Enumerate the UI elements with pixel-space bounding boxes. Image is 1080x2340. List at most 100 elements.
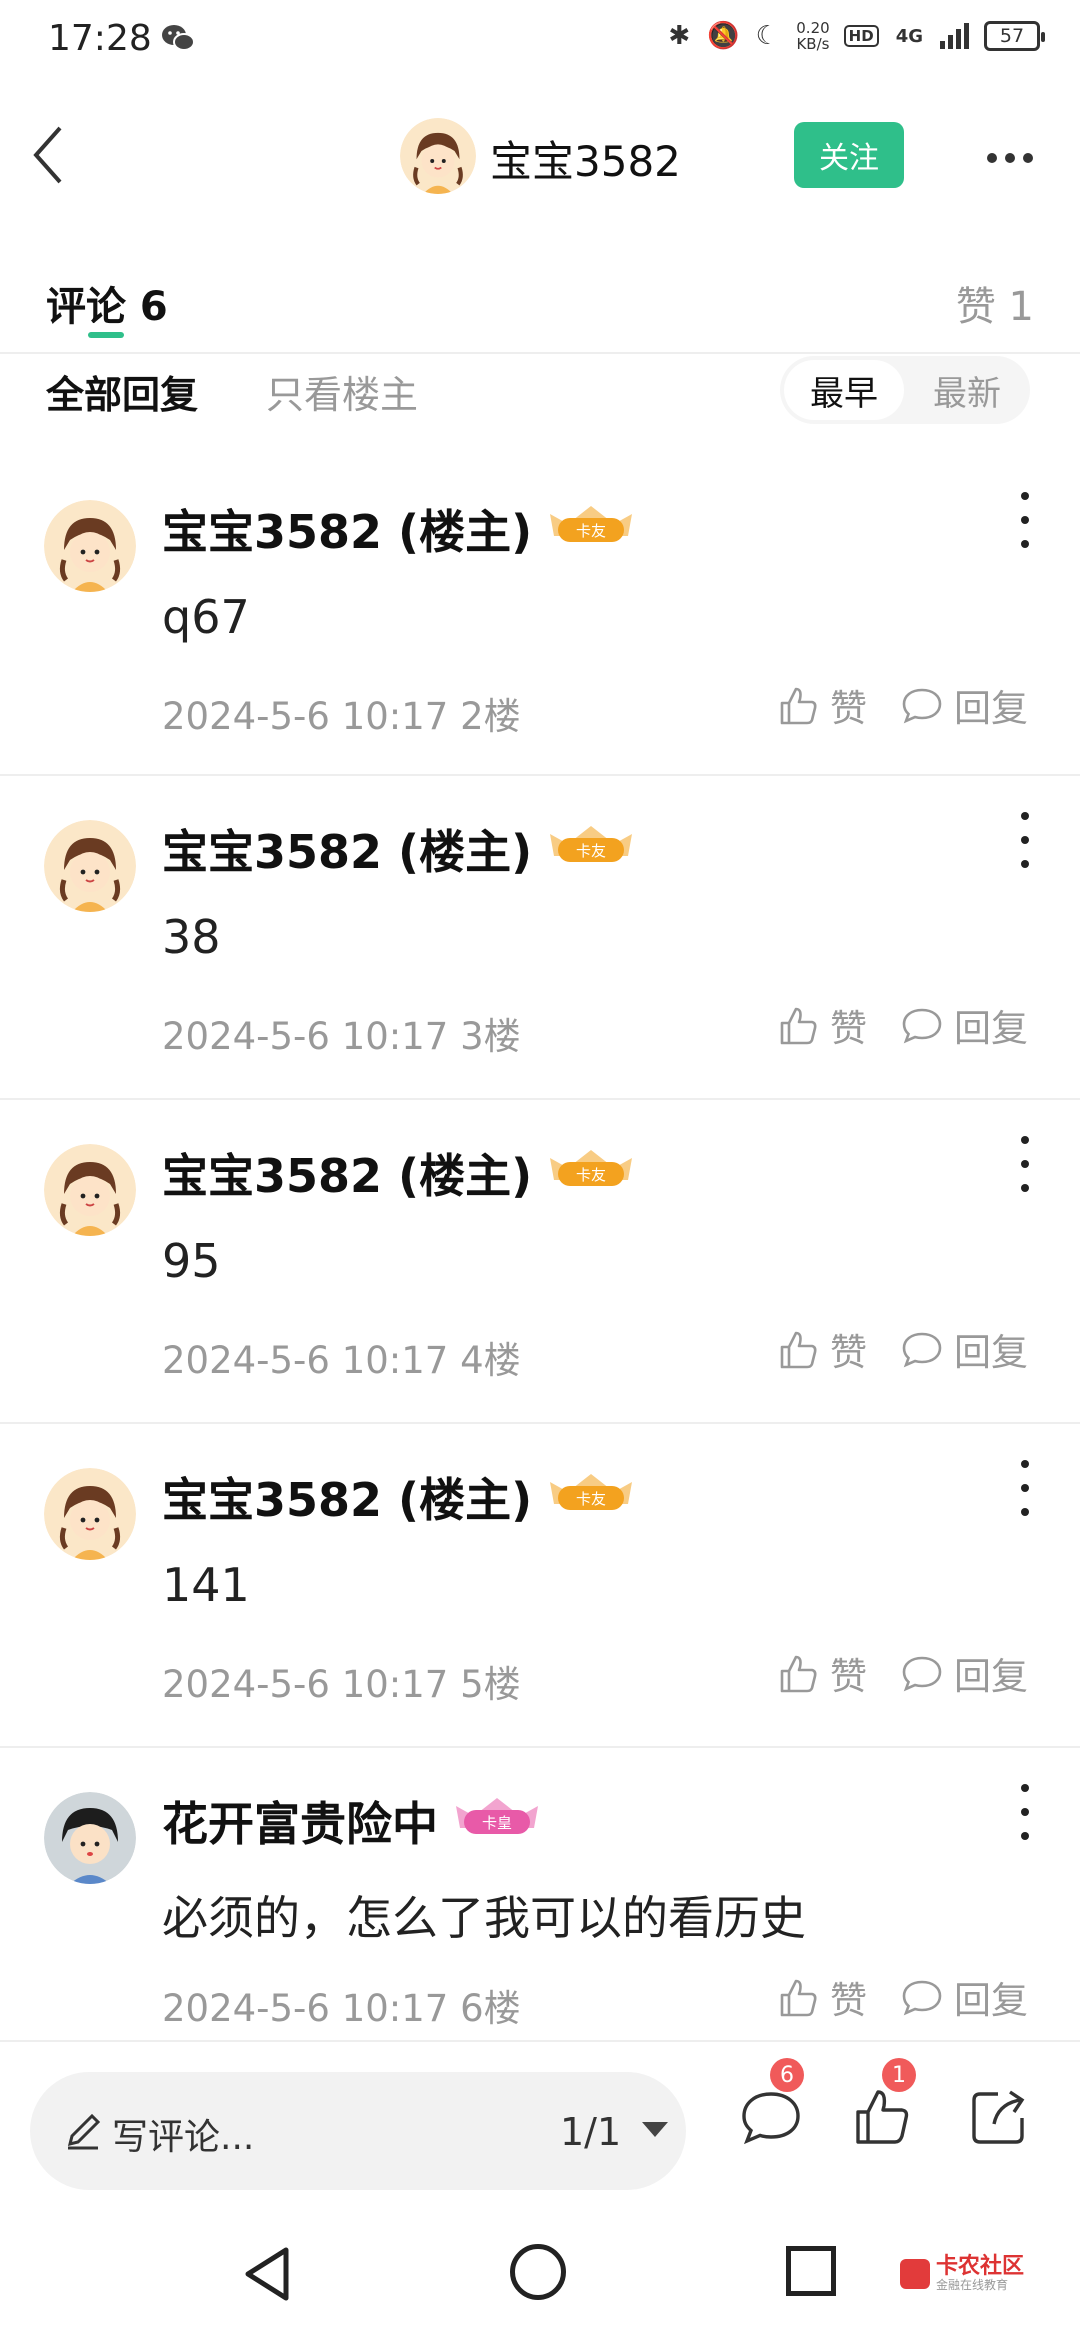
filter-op-only[interactable]: 只看楼主 — [266, 364, 418, 419]
like-button[interactable]: 赞 — [776, 1646, 867, 1700]
like-post-button[interactable]: 1 — [848, 2058, 918, 2152]
like-label: 赞 — [830, 1979, 867, 2022]
comment-floor: 6楼 — [460, 1987, 521, 2030]
sort-newest[interactable]: 最新 — [908, 360, 1026, 420]
nav-recent-icon[interactable] — [786, 2246, 836, 2296]
battery-icon: 57 — [984, 21, 1045, 51]
comment-time: 2024-5-6 10:17 — [162, 695, 449, 738]
net-speed: 0.20 KB/s — [796, 20, 829, 52]
reply-label: 回复 — [954, 1007, 1028, 1050]
comment-meta: 2024-5-6 10:17 2楼 — [162, 686, 521, 740]
sort-toggle: 最早 最新 — [780, 356, 1030, 424]
watermark-logo: 卡农社区 金融在线教育 — [900, 2256, 1024, 2292]
tab-likes[interactable]: 赞 1 — [956, 274, 1034, 332]
comment-time: 2024-5-6 10:17 — [162, 1663, 449, 1706]
comment-time: 2024-5-6 10:17 — [162, 1987, 449, 2030]
reply-filters: 全部回复 只看楼主 最早 最新 — [0, 356, 1080, 426]
girl-avatar-icon — [44, 500, 136, 592]
status-bar: 17:28 ✱ 🔕 ☾ 0.20 KB/s HD 4G 57 — [0, 0, 1080, 80]
comment-avatar[interactable] — [44, 820, 136, 912]
comment-floor: 2楼 — [460, 695, 521, 738]
reply-label: 回复 — [954, 1655, 1028, 1698]
comment-text: 141 — [162, 1558, 250, 1612]
level-badge: 卡友 — [550, 1150, 632, 1186]
post-header: 宝宝3582 关注 — [0, 100, 1080, 210]
thumbs-up-icon — [856, 2090, 909, 2144]
write-comment-input[interactable]: 写评论... 1/1 — [30, 2072, 686, 2190]
battery-level: 57 — [999, 25, 1025, 47]
comment-avatar[interactable] — [44, 1792, 136, 1884]
reply-button[interactable]: 回复 — [900, 678, 1028, 732]
girl-avatar-icon — [400, 118, 476, 194]
comment-more-icon[interactable] — [1010, 492, 1040, 548]
follow-button[interactable]: 关注 — [794, 122, 904, 188]
hd-badge: HD — [843, 25, 879, 47]
filter-all-replies[interactable]: 全部回复 — [46, 364, 198, 419]
back-arrow-icon[interactable] — [20, 118, 90, 192]
comment-meta: 2024-5-6 10:17 5楼 — [162, 1654, 521, 1708]
comment-author[interactable]: 宝宝3582 (楼主) — [162, 816, 532, 882]
caret-down-icon[interactable] — [642, 2122, 668, 2137]
speech-bubble-icon — [902, 688, 942, 724]
comment-time: 2024-5-6 10:17 — [162, 1339, 449, 1382]
like-button[interactable]: 赞 — [776, 678, 867, 732]
tab-active-indicator — [88, 332, 124, 338]
thumbs-up-icon — [780, 687, 817, 725]
comment-more-icon[interactable] — [1010, 812, 1040, 868]
comment-tabs: 评论 6 赞 1 — [0, 260, 1080, 354]
comment-text: 95 — [162, 1234, 221, 1288]
level-badge-label: 卡友 — [576, 1490, 606, 1508]
like-button[interactable]: 赞 — [776, 1322, 867, 1376]
comment-floor: 5楼 — [460, 1663, 521, 1706]
level-badge-label: 卡皇 — [482, 1814, 512, 1832]
comment-author[interactable]: 宝宝3582 (楼主) — [162, 1140, 532, 1206]
comment-more-icon[interactable] — [1010, 1460, 1040, 1516]
like-label: 赞 — [830, 1655, 867, 1698]
comment-avatar[interactable] — [44, 1144, 136, 1236]
sort-earliest[interactable]: 最早 — [784, 360, 904, 420]
comment-avatar[interactable] — [44, 1468, 136, 1560]
nav-home-icon[interactable] — [510, 2244, 566, 2300]
share-button[interactable] — [964, 2082, 1034, 2152]
reply-button[interactable]: 回复 — [900, 1970, 1028, 2024]
speech-bubble-icon — [902, 1656, 942, 1692]
reply-button[interactable]: 回复 — [900, 998, 1028, 1052]
more-options-icon[interactable] — [975, 128, 1045, 188]
comment-avatar[interactable] — [44, 500, 136, 592]
reply-label: 回复 — [954, 1331, 1028, 1374]
comment-text: 38 — [162, 910, 221, 964]
comment-list: 宝宝3582 (楼主) 卡友 q67 2024-5-6 10:17 2楼 赞 回… — [0, 456, 1080, 2072]
comment-item: 宝宝3582 (楼主) 卡友 95 2024-5-6 10:17 4楼 赞 回复 — [0, 1100, 1080, 1424]
comment-author[interactable]: 花开富贵险中 — [162, 1788, 438, 1854]
like-button[interactable]: 赞 — [776, 1970, 867, 2024]
kanong-logo-icon — [900, 2259, 930, 2289]
comment-more-icon[interactable] — [1010, 1136, 1040, 1192]
tab-comments[interactable]: 评论 6 — [46, 274, 168, 332]
comment-count-badge: 6 — [770, 2058, 804, 2092]
moon-icon: ☾ — [755, 21, 779, 51]
speech-bubble-icon — [902, 1980, 942, 2016]
level-badge: 卡友 — [550, 506, 632, 542]
comment-floor: 3楼 — [460, 1015, 521, 1058]
header-avatar[interactable] — [400, 118, 476, 194]
girl-avatar-icon — [44, 1144, 136, 1236]
speech-bubble-icon — [902, 1008, 942, 1044]
comments-button[interactable]: 6 — [736, 2058, 806, 2152]
reply-label: 回复 — [954, 1979, 1028, 2022]
signal-icon — [940, 23, 969, 49]
comment-author[interactable]: 宝宝3582 (楼主) — [162, 1464, 532, 1530]
nav-back-icon[interactable] — [240, 2244, 296, 2304]
page-indicator[interactable]: 1/1 — [560, 2110, 621, 2154]
comment-bubble-icon — [742, 2092, 800, 2145]
level-badge: 卡皇 — [456, 1798, 538, 1834]
like-button[interactable]: 赞 — [776, 998, 867, 1052]
level-badge: 卡友 — [550, 1474, 632, 1510]
reply-button[interactable]: 回复 — [900, 1322, 1028, 1376]
reply-button[interactable]: 回复 — [900, 1646, 1028, 1700]
comment-item: 宝宝3582 (楼主) 卡友 38 2024-5-6 10:17 3楼 赞 回复 — [0, 776, 1080, 1100]
comment-author[interactable]: 宝宝3582 (楼主) — [162, 496, 532, 562]
pencil-icon — [67, 2113, 101, 2150]
comment-more-icon[interactable] — [1010, 1784, 1040, 1840]
header-username[interactable]: 宝宝3582 — [490, 128, 681, 189]
comment-meta: 2024-5-6 10:17 6楼 — [162, 1978, 521, 2032]
